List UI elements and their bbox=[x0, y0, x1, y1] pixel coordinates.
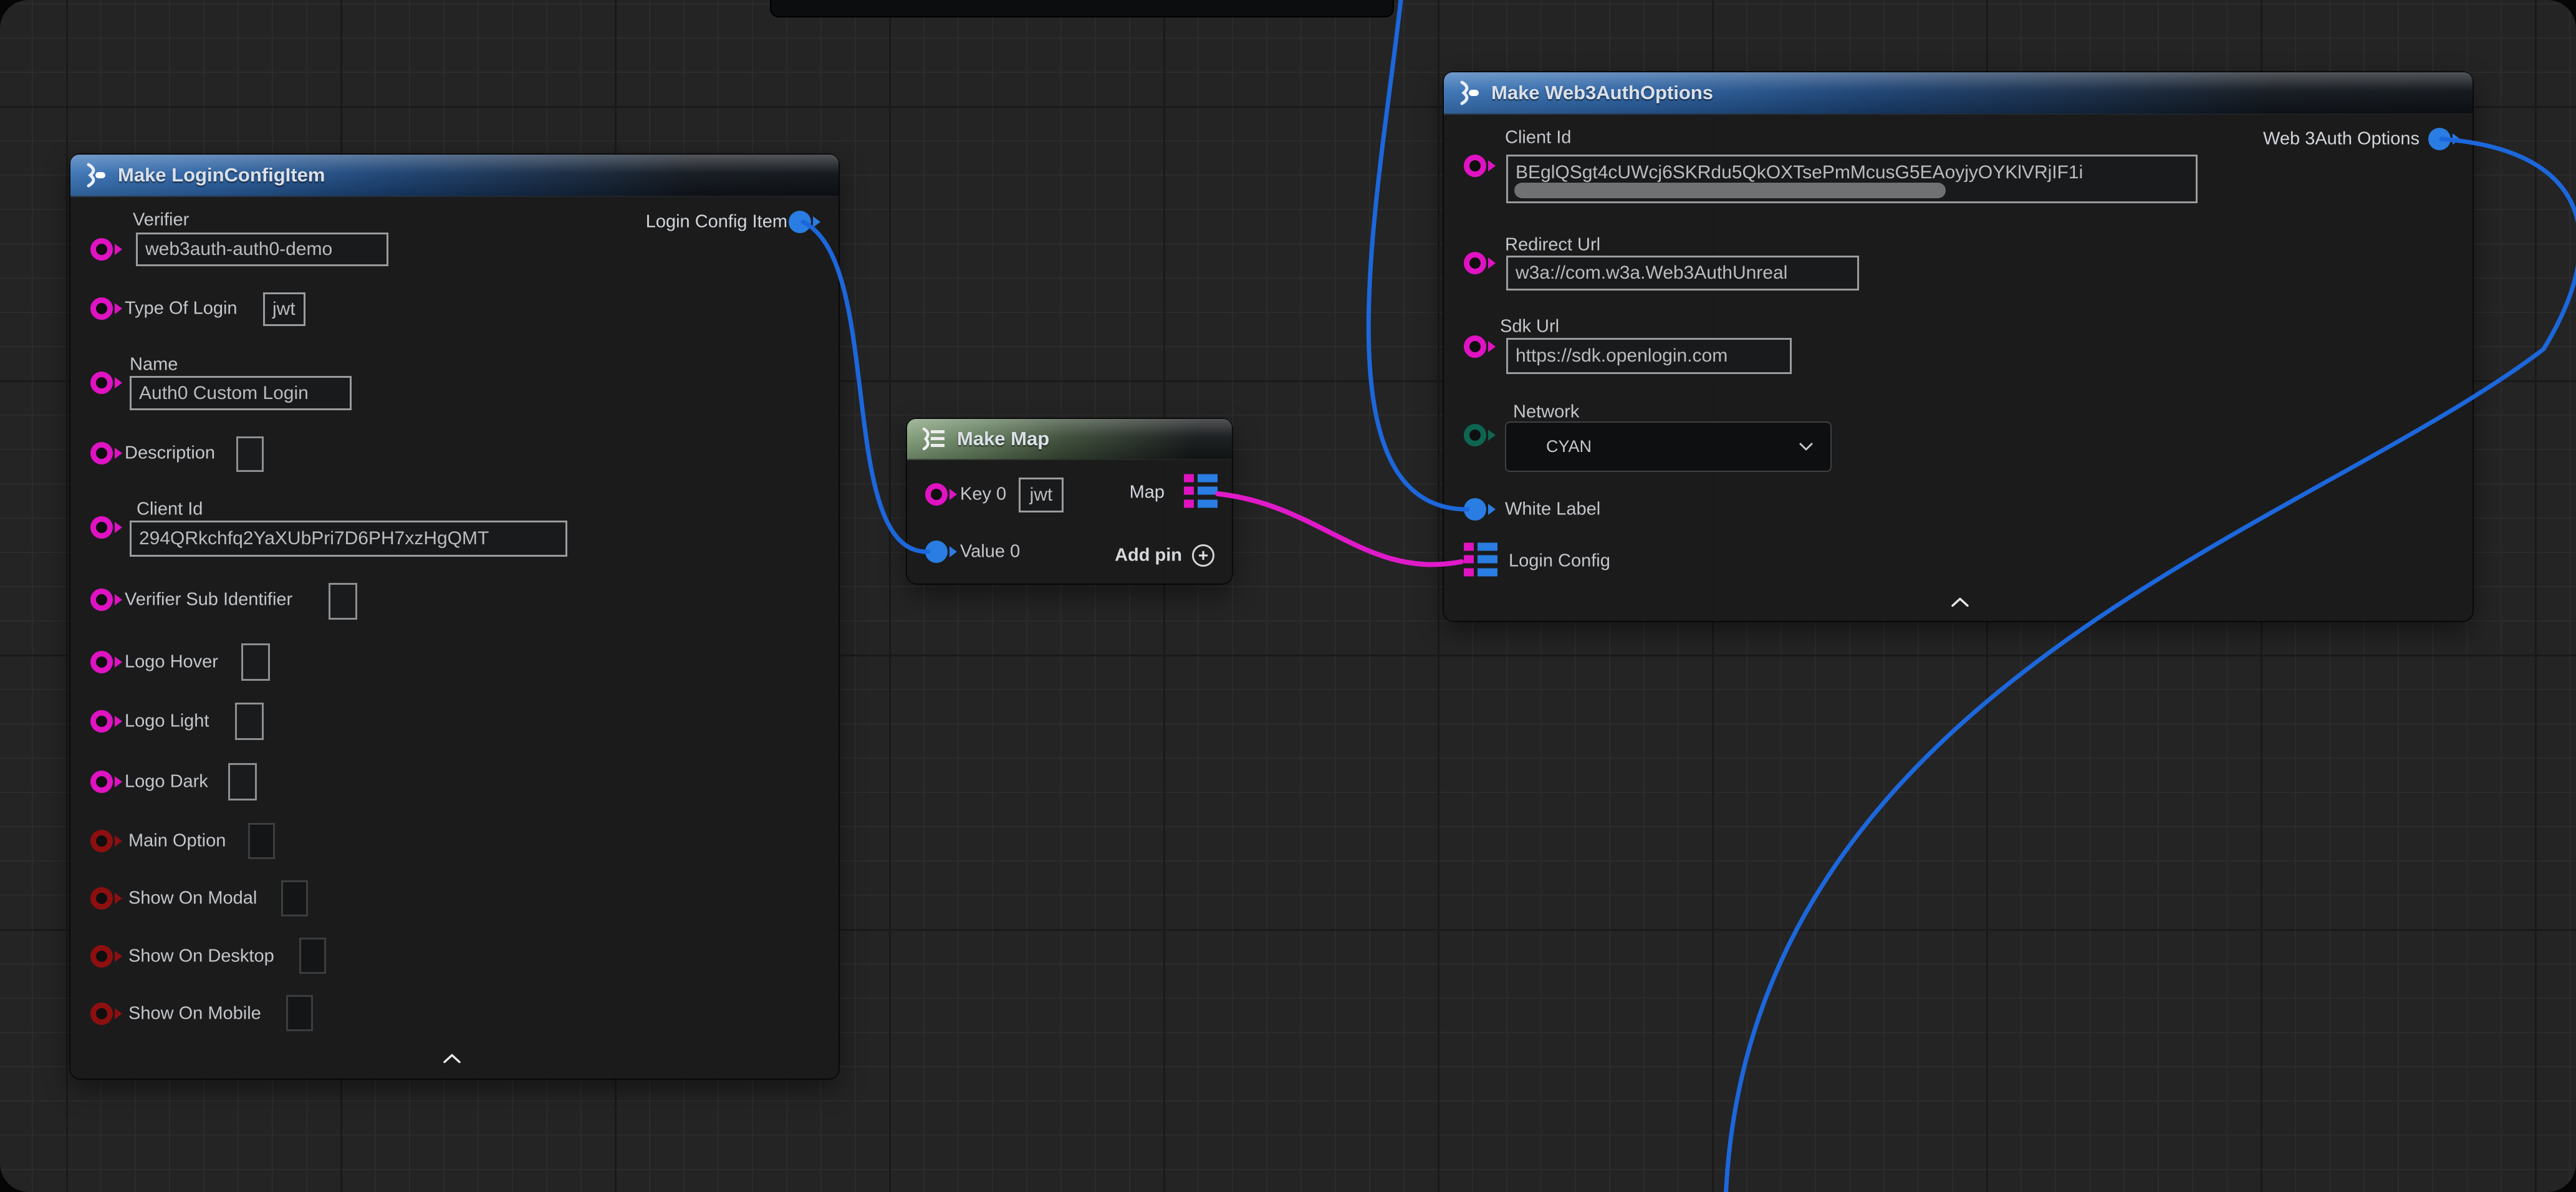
add-pin-label[interactable]: Add pin bbox=[1115, 547, 1182, 565]
pin-network[interactable] bbox=[1464, 424, 1486, 446]
pin-show-on-mobile[interactable] bbox=[90, 1002, 113, 1025]
input-logo-hover[interactable] bbox=[241, 643, 270, 681]
blueprint-canvas[interactable]: Make LoginConfigItem Login Config Item V… bbox=[0, 0, 2576, 1192]
pin-verifier-sub-identifier[interactable] bbox=[90, 589, 113, 611]
label-verifier: Verifier bbox=[133, 211, 189, 229]
node-make-web3authoptions[interactable]: Make Web3AuthOptions Web 3Auth Options C… bbox=[1444, 72, 2473, 621]
pin-type-of-login[interactable] bbox=[90, 297, 113, 320]
pin-client-id[interactable] bbox=[1464, 155, 1486, 177]
pin-login-config[interactable] bbox=[1464, 543, 1497, 580]
pin-logo-hover[interactable] bbox=[90, 651, 113, 673]
label-value-0: Value 0 bbox=[960, 543, 1020, 561]
pin-show-on-modal[interactable] bbox=[90, 887, 113, 910]
label-type-of-login: Type Of Login bbox=[125, 300, 238, 318]
horizontal-scrollbar[interactable] bbox=[1514, 183, 1946, 198]
offscreen-node-top[interactable] bbox=[770, 0, 1394, 17]
checkbox-show-on-mobile[interactable] bbox=[286, 995, 313, 1031]
label-client-id: Client Id bbox=[1505, 129, 1571, 147]
pin-redirect-url[interactable] bbox=[1464, 252, 1486, 274]
input-client-id[interactable]: BEglQSgt4cUWcj6SKRdu5QkOXTsePmMcusG5EAoy… bbox=[1506, 155, 2198, 203]
input-sdk-url[interactable]: https://sdk.openlogin.com bbox=[1506, 338, 1792, 374]
label-white-label: White Label bbox=[1505, 501, 1600, 519]
output-label-map: Map bbox=[1130, 484, 1165, 502]
pin-out-login-config-item[interactable] bbox=[789, 211, 811, 233]
input-redirect-url[interactable]: w3a://com.w3a.Web3AuthUnreal bbox=[1506, 256, 1859, 291]
pin-name[interactable] bbox=[90, 372, 113, 394]
map-pin-icon bbox=[1464, 543, 1497, 577]
collapse-node-button[interactable] bbox=[1951, 597, 1969, 611]
node-header-make-map[interactable]: Make Map bbox=[907, 419, 1232, 460]
label-network: Network bbox=[1513, 403, 1579, 421]
network-dropdown[interactable]: CYAN bbox=[1505, 421, 1832, 472]
label-sdk-url: Sdk Url bbox=[1500, 318, 1559, 336]
node-make-loginconfigitem[interactable]: Make LoginConfigItem Login Config Item V… bbox=[70, 155, 839, 1079]
wire-map-to-login-config[interactable] bbox=[1218, 494, 1461, 564]
chevron-up-icon bbox=[443, 1053, 461, 1064]
add-pin-button[interactable]: + bbox=[1192, 544, 1214, 567]
pin-main-option[interactable] bbox=[90, 830, 113, 852]
input-logo-light[interactable] bbox=[235, 703, 264, 740]
pin-out-map[interactable] bbox=[1184, 474, 1218, 511]
label-logo-hover: Logo Hover bbox=[125, 653, 218, 671]
pin-logo-light[interactable] bbox=[90, 710, 113, 733]
node-header-make-loginconfigitem[interactable]: Make LoginConfigItem bbox=[70, 155, 839, 197]
label-show-on-mobile: Show On Mobile bbox=[128, 1005, 261, 1023]
network-selected-value: CYAN bbox=[1546, 437, 1592, 456]
pin-verifier[interactable] bbox=[90, 238, 113, 261]
input-verifier[interactable]: web3auth-auth0-demo bbox=[136, 233, 388, 266]
label-verifier-sub-identifier: Verifier Sub Identifier bbox=[125, 591, 292, 609]
pin-logo-dark[interactable] bbox=[90, 771, 113, 793]
label-login-config: Login Config bbox=[1509, 552, 1610, 570]
chevron-up-icon bbox=[1951, 597, 1969, 608]
label-logo-light: Logo Light bbox=[125, 713, 209, 731]
output-label-web3auth-options: Web 3Auth Options bbox=[2263, 130, 2420, 148]
input-client-id[interactable]: 294QRkchfq2YaXUbPri7D6PH7xzHgQMT bbox=[130, 521, 567, 557]
input-key-0[interactable]: jwt bbox=[1019, 478, 1064, 512]
input-description[interactable] bbox=[236, 436, 264, 472]
make-struct-icon bbox=[83, 160, 108, 190]
label-show-on-modal: Show On Modal bbox=[128, 890, 257, 908]
output-label-login-config-item: Login Config Item bbox=[646, 213, 787, 231]
label-key-0: Key 0 bbox=[960, 486, 1006, 504]
checkbox-show-on-modal[interactable] bbox=[281, 880, 308, 916]
node-header-make-web3authoptions[interactable]: Make Web3AuthOptions bbox=[1444, 72, 2473, 115]
make-struct-icon bbox=[1456, 78, 1481, 108]
pin-description[interactable] bbox=[90, 442, 113, 464]
checkbox-main-option[interactable] bbox=[248, 823, 275, 859]
label-client-id: Client Id bbox=[137, 501, 203, 519]
input-type-of-login[interactable]: jwt bbox=[263, 292, 305, 326]
pin-sdk-url[interactable] bbox=[1464, 335, 1486, 358]
node-title: Make Map bbox=[957, 428, 1049, 450]
pin-key-0[interactable] bbox=[925, 483, 948, 506]
map-pin-icon bbox=[1184, 474, 1218, 508]
chevron-down-icon bbox=[1799, 443, 1813, 451]
screenshot-frame: Make LoginConfigItem Login Config Item V… bbox=[0, 0, 2576, 1192]
input-logo-dark[interactable] bbox=[228, 763, 257, 800]
label-redirect-url: Redirect Url bbox=[1505, 236, 1600, 254]
node-make-map[interactable]: Make Map Key 0 jwt Map Value 0 Add pin + bbox=[907, 419, 1232, 584]
input-name[interactable]: Auth0 Custom Login bbox=[130, 376, 352, 410]
node-title: Make LoginConfigItem bbox=[118, 164, 325, 186]
pin-client-id[interactable] bbox=[90, 516, 113, 539]
make-map-icon bbox=[920, 426, 947, 451]
collapse-node-button[interactable] bbox=[443, 1053, 461, 1067]
label-logo-dark: Logo Dark bbox=[125, 773, 208, 791]
label-show-on-desktop: Show On Desktop bbox=[128, 948, 274, 966]
label-description: Description bbox=[125, 445, 215, 463]
pin-show-on-desktop[interactable] bbox=[90, 945, 113, 968]
label-main-option: Main Option bbox=[128, 832, 226, 850]
label-name: Name bbox=[130, 356, 178, 374]
input-verifier-sub-identifier[interactable] bbox=[329, 583, 357, 620]
client-id-value: BEglQSgt4cUWcj6SKRdu5QkOXTsePmMcusG5EAoy… bbox=[1516, 162, 2083, 183]
node-title: Make Web3AuthOptions bbox=[1491, 82, 1713, 104]
checkbox-show-on-desktop[interactable] bbox=[299, 938, 326, 974]
